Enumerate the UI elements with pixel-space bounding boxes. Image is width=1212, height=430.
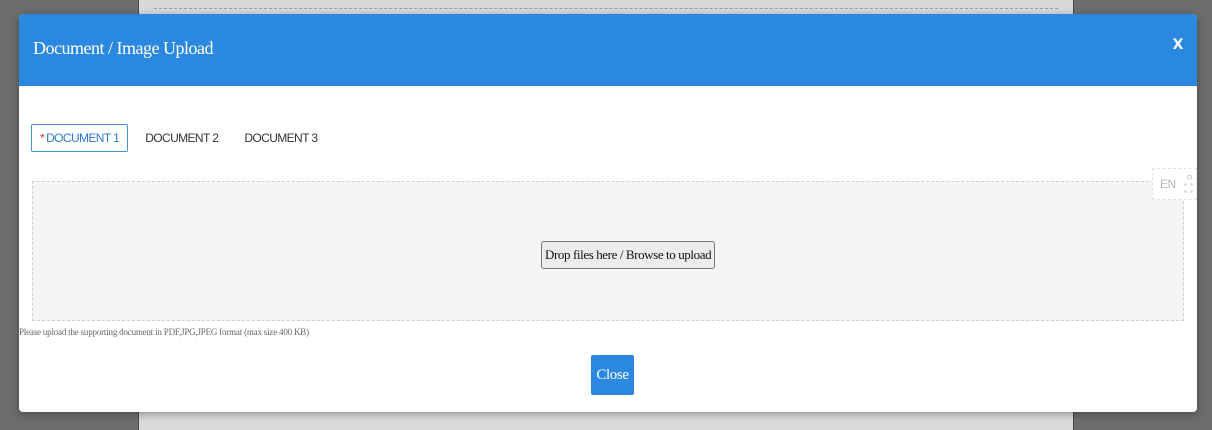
tab-document-3[interactable]: DOCUMENT 3 xyxy=(235,124,326,152)
tab-document-1[interactable]: * DOCUMENT 1 xyxy=(31,124,129,152)
close-button[interactable]: Close xyxy=(591,355,634,395)
close-icon[interactable]: X xyxy=(1169,37,1187,57)
browse-upload-button[interactable]: Drop files here / Browse to upload xyxy=(541,241,716,269)
upload-help-text: Please upload the supporting document in… xyxy=(19,327,309,337)
upload-modal: Document / Image Upload X * DOCUMENT 1 DOC… xyxy=(19,14,1197,412)
modal-header: Document / Image Upload X xyxy=(19,14,1197,86)
modal-title: Document / Image Upload xyxy=(33,38,213,58)
expand-icon[interactable] xyxy=(1184,174,1193,194)
required-asterisk: * xyxy=(40,131,45,145)
tab-document-1-label: DOCUMENT 1 xyxy=(46,131,120,145)
tab-document-2-label: DOCUMENT 2 xyxy=(145,131,219,145)
background-divider xyxy=(154,8,1058,10)
tab-document-3-label: DOCUMENT 3 xyxy=(244,131,318,145)
document-tabs: * DOCUMENT 1 DOCUMENT 2 DOCUMENT 3 xyxy=(31,124,334,152)
language-label: EN xyxy=(1160,177,1176,191)
tab-document-2[interactable]: DOCUMENT 2 xyxy=(136,124,227,152)
language-widget[interactable]: EN xyxy=(1152,168,1197,200)
file-dropzone[interactable]: Drop files here / Browse to upload xyxy=(32,181,1184,321)
